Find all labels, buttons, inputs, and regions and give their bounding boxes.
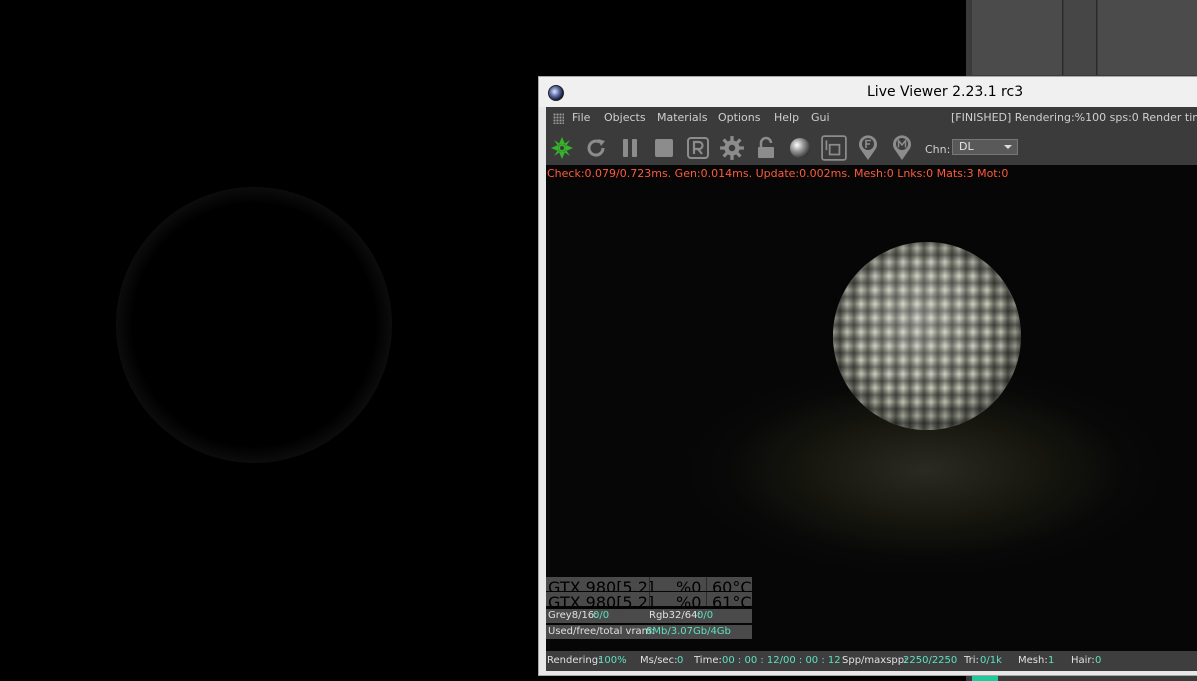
sphere-shading [833,242,1021,430]
render-statusbar: Rendering: 100% Ms/sec: 0 Time: 00 : 00 … [546,651,1197,671]
rgb-label: Rgb32/64: [649,610,701,621]
divider [706,577,707,591]
vram-label: Used/free/total vram: [548,626,655,637]
menubar: File Objects Materials Options Help Gui … [546,107,1197,129]
menu-grip-icon[interactable] [553,113,564,124]
rendered-sphere [833,242,1021,430]
ring-render-preview [116,187,392,463]
cinema4d-app-icon[interactable] [548,85,564,101]
grey-value: 0/0 [593,610,610,621]
material-pick-icon[interactable] [889,135,915,161]
background-panel-cell [972,0,1063,75]
background-panel-cell [1098,0,1197,75]
background-panel-cell [1064,0,1097,75]
divider [649,592,650,606]
menu-materials[interactable]: Materials [657,111,707,124]
menu-help[interactable]: Help [774,111,799,124]
pause-icon[interactable] [617,135,643,161]
menu-gui[interactable]: Gui [811,111,830,124]
spp-label: Spp/maxspp: [842,655,908,666]
window-title: Live Viewer 2.23.1 rc3 [867,84,1024,100]
grey-label: Grey8/16: [548,610,598,621]
tri-label: Tri: [964,655,979,666]
chevron-down-icon [1004,145,1012,149]
render-region-icon[interactable] [685,135,711,161]
time-label: Time: [694,655,722,666]
scene-stats-line: Check:0.079/0.723ms. Gen:0.014ms. Update… [547,167,1009,180]
region-select-icon[interactable] [821,135,847,161]
menu-file[interactable]: File [572,111,590,124]
channel-dropdown[interactable]: DL [952,139,1018,155]
rendering-label: Rendering: [547,655,602,666]
hair-label: Hair: [1071,655,1095,666]
lock-icon[interactable] [753,135,779,161]
channel-label: Chn: [925,143,951,156]
menu-options[interactable]: Options [718,111,760,124]
divider [649,577,650,591]
material-ball-icon[interactable] [787,135,813,161]
divider [706,592,707,606]
tri-value: 0/1k [980,655,1002,666]
rendering-value: 100% [598,655,627,666]
viewer-content: File Objects Materials Options Help Gui … [546,107,1197,671]
spp-value: 2250/2250 [903,655,958,666]
octane-logo-icon[interactable] [549,135,575,161]
rgb-value: 0/0 [697,610,714,621]
window-titlebar[interactable]: Live Viewer 2.23.1 rc3 [539,77,1197,107]
gpu-row: GTX 980[5.2] %0 61°C [546,592,752,612]
focus-pick-icon[interactable] [855,135,881,161]
ms-label: Ms/sec: [640,655,678,666]
refresh-icon[interactable] [583,135,609,161]
menu-objects[interactable]: Objects [604,111,646,124]
hair-value: 0 [1095,655,1102,666]
live-viewer-window: Live Viewer 2.23.1 rc3 File Objects Mate… [538,76,1197,676]
render-status-text: [FINISHED] Rendering:%100 sps:0 Render t… [951,111,1197,124]
ms-value: 0 [677,655,684,666]
mesh-label: Mesh: [1018,655,1048,666]
time-value: 00 : 00 : 12/00 : 00 : 12 [722,655,841,666]
stop-icon[interactable] [651,135,677,161]
settings-gear-icon[interactable] [719,135,745,161]
toolbar: Chn: DL [546,129,1197,165]
channel-dropdown-value: DL [959,140,974,153]
texture-memory-row: Grey8/16: 0/0 Rgb32/64: 0/0 [546,609,752,623]
mesh-value: 1 [1048,655,1055,666]
vram-row: Used/free/total vram: 8Mb/3.07Gb/4Gb [546,625,752,639]
vram-value: 8Mb/3.07Gb/4Gb [646,626,731,637]
render-viewport[interactable]: Check:0.079/0.723ms. Gen:0.014ms. Update… [546,165,1197,651]
gpu-row: GTX 980[5.2] %0 60°C [546,577,752,597]
